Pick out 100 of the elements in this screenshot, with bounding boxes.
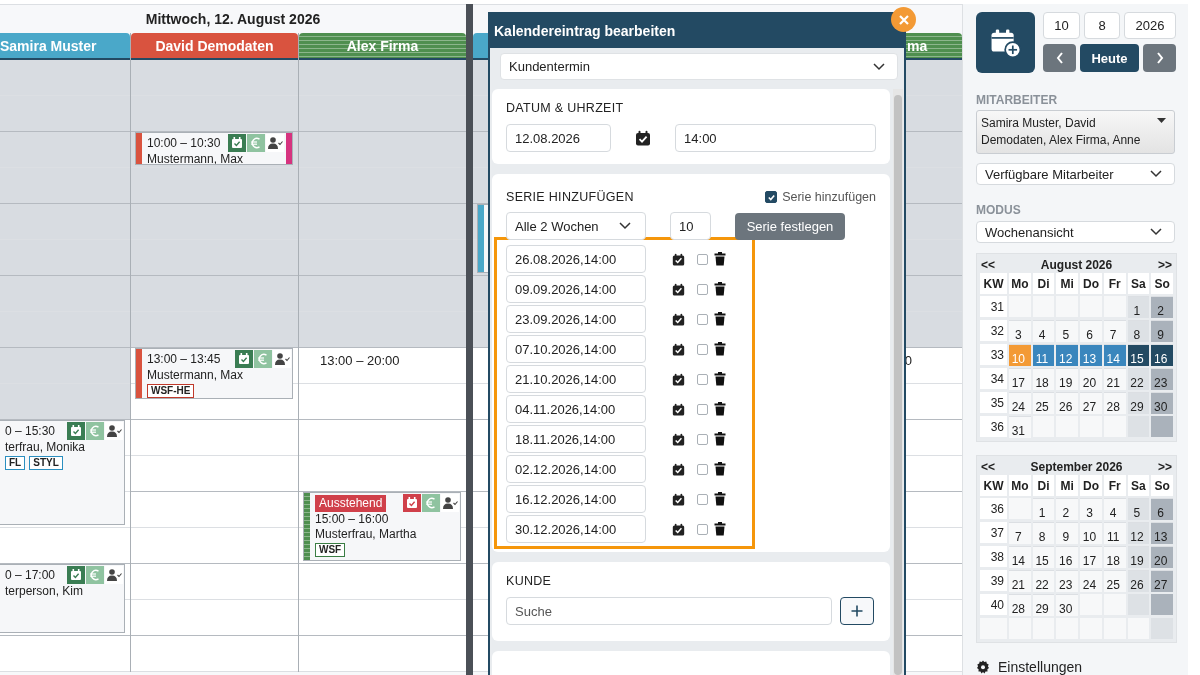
next-month-link[interactable]: >>: [1157, 258, 1172, 272]
calendar-check-icon[interactable]: [672, 342, 685, 356]
employee-select[interactable]: Samira Muster, David Demodaten, Alex Firma, Anne: [976, 110, 1175, 154]
trash-icon[interactable]: [714, 252, 726, 266]
calendar-day[interactable]: 2: [1056, 498, 1079, 520]
person-check-icon[interactable]: [105, 422, 123, 440]
calendar-day[interactable]: 5: [1056, 320, 1079, 342]
calendar-check-icon[interactable]: [672, 252, 685, 266]
time-slot[interactable]: [131, 240, 298, 276]
date-checkbox[interactable]: [697, 493, 708, 505]
type-select[interactable]: Kundentermin: [500, 53, 898, 80]
previous-month-link[interactable]: <<: [981, 258, 995, 272]
trash-icon[interactable]: [714, 372, 726, 386]
time-slot[interactable]: [299, 600, 466, 636]
series-checkbox[interactable]: [765, 191, 778, 203]
calendar-check-icon[interactable]: [635, 130, 652, 146]
calendar-day[interactable]: 11: [1032, 344, 1055, 366]
time-field[interactable]: 14:00: [675, 124, 876, 152]
date-checkbox[interactable]: [697, 523, 708, 535]
time-slot[interactable]: [131, 168, 298, 204]
calendar-day[interactable]: 13: [1151, 522, 1173, 544]
series-date-field[interactable]: 16.12.2026,14:00: [506, 485, 646, 513]
time-slot[interactable]: [0, 240, 130, 276]
date-field[interactable]: 8: [1084, 12, 1120, 39]
calendar-day[interactable]: 16: [1056, 546, 1079, 568]
calendar-day[interactable]: 8: [1032, 522, 1055, 544]
trash-icon[interactable]: [714, 462, 726, 476]
event-card[interactable]: 13:00 – 13:45 Mustermann, Max WSF-HE: [135, 348, 293, 399]
calendar-day[interactable]: 15: [1032, 546, 1055, 568]
apply-series-button[interactable]: Serie festlegen: [735, 212, 845, 240]
calendar-day[interactable]: 2: [1151, 296, 1173, 318]
series-date-field[interactable]: 04.11.2026,14:00: [506, 395, 646, 423]
time-slot[interactable]: 13:00 – 20:00: [299, 348, 466, 384]
calendar-check-icon[interactable]: [672, 282, 685, 296]
calendar-day[interactable]: 6: [1151, 498, 1173, 520]
calendar-check-icon[interactable]: [235, 350, 253, 368]
calendar-day[interactable]: 27: [1080, 392, 1102, 414]
interval-select[interactable]: Alle 2 Wochen: [506, 212, 646, 240]
calendar-check-icon[interactable]: [672, 522, 685, 536]
date-checkbox[interactable]: [697, 373, 708, 385]
time-slot[interactable]: [299, 564, 466, 600]
calendar-day[interactable]: 15: [1127, 344, 1150, 366]
count-field[interactable]: 10: [670, 212, 711, 240]
calendar-day[interactable]: 30: [1056, 594, 1079, 616]
series-date-field[interactable]: 09.09.2026,14:00: [506, 275, 646, 303]
calendar-day[interactable]: 26: [1056, 392, 1079, 414]
calendar-day[interactable]: 20: [1080, 368, 1102, 390]
series-date-field[interactable]: 21.10.2026,14:00: [506, 365, 646, 393]
trash-icon[interactable]: [714, 492, 726, 506]
calendar-day[interactable]: 10: [1080, 522, 1102, 544]
calendar-day[interactable]: 6: [1080, 320, 1102, 342]
calendar-day[interactable]: 24: [1080, 570, 1102, 592]
date-checkbox[interactable]: [697, 253, 708, 265]
date-field[interactable]: 2026: [1124, 12, 1176, 39]
trash-icon[interactable]: [714, 312, 726, 326]
trash-icon[interactable]: [714, 402, 726, 416]
time-slot[interactable]: [0, 312, 130, 348]
add-appointment-button[interactable]: [976, 12, 1035, 73]
calendar-day[interactable]: 16: [1151, 344, 1173, 366]
calendar-day[interactable]: 1: [1127, 296, 1150, 318]
calendar-day[interactable]: 9: [1056, 522, 1079, 544]
calendar-day[interactable]: 29: [1127, 392, 1150, 414]
time-slot[interactable]: [299, 384, 466, 420]
series-date-field[interactable]: 23.09.2026,14:00: [506, 305, 646, 333]
time-slot[interactable]: [131, 636, 298, 672]
calendar-day[interactable]: 21: [1103, 368, 1126, 390]
time-slot[interactable]: [131, 456, 298, 492]
time-slot[interactable]: [0, 168, 130, 204]
column-header[interactable]: David Demodaten: [131, 33, 298, 60]
calendar-day[interactable]: 11: [1103, 522, 1126, 544]
next-month-link[interactable]: >>: [1158, 460, 1172, 474]
time-slot[interactable]: [299, 240, 466, 276]
calendar-day[interactable]: 20: [1151, 546, 1173, 568]
customer-search-field[interactable]: Suche: [506, 597, 832, 625]
time-slot[interactable]: [131, 420, 298, 456]
trash-icon[interactable]: [714, 522, 726, 536]
series-date-field[interactable]: 07.10.2026,14:00: [506, 335, 646, 363]
calendar-day[interactable]: 25: [1103, 570, 1126, 592]
calendar-day[interactable]: 1: [1032, 498, 1055, 520]
mode-select[interactable]: Wochenansicht: [976, 221, 1175, 243]
time-slot[interactable]: [131, 492, 298, 528]
person-check-icon[interactable]: [105, 566, 123, 584]
time-slot[interactable]: [299, 420, 466, 456]
calendar-check-icon[interactable]: [67, 566, 85, 584]
calendar-day[interactable]: 14: [1103, 344, 1126, 366]
previous-month-link[interactable]: <<: [981, 460, 995, 474]
calendar-day[interactable]: 31: [1009, 416, 1031, 438]
calendar-check-icon[interactable]: [672, 402, 685, 416]
date-checkbox[interactable]: [697, 403, 708, 415]
scrollbar[interactable]: [893, 89, 903, 675]
calendar-day[interactable]: 28: [1009, 594, 1031, 616]
series-date-field[interactable]: 02.12.2026,14:00: [506, 455, 646, 483]
time-slot[interactable]: [299, 96, 466, 132]
calendar-day[interactable]: 24: [1009, 392, 1031, 414]
calendar-day[interactable]: 3: [1009, 320, 1031, 342]
calendar-day[interactable]: 18: [1032, 368, 1055, 390]
calendar-check-icon[interactable]: [403, 494, 421, 512]
calendar-check-icon[interactable]: [228, 134, 246, 152]
calendar-check-icon[interactable]: [672, 312, 685, 326]
trash-icon[interactable]: [714, 282, 726, 296]
